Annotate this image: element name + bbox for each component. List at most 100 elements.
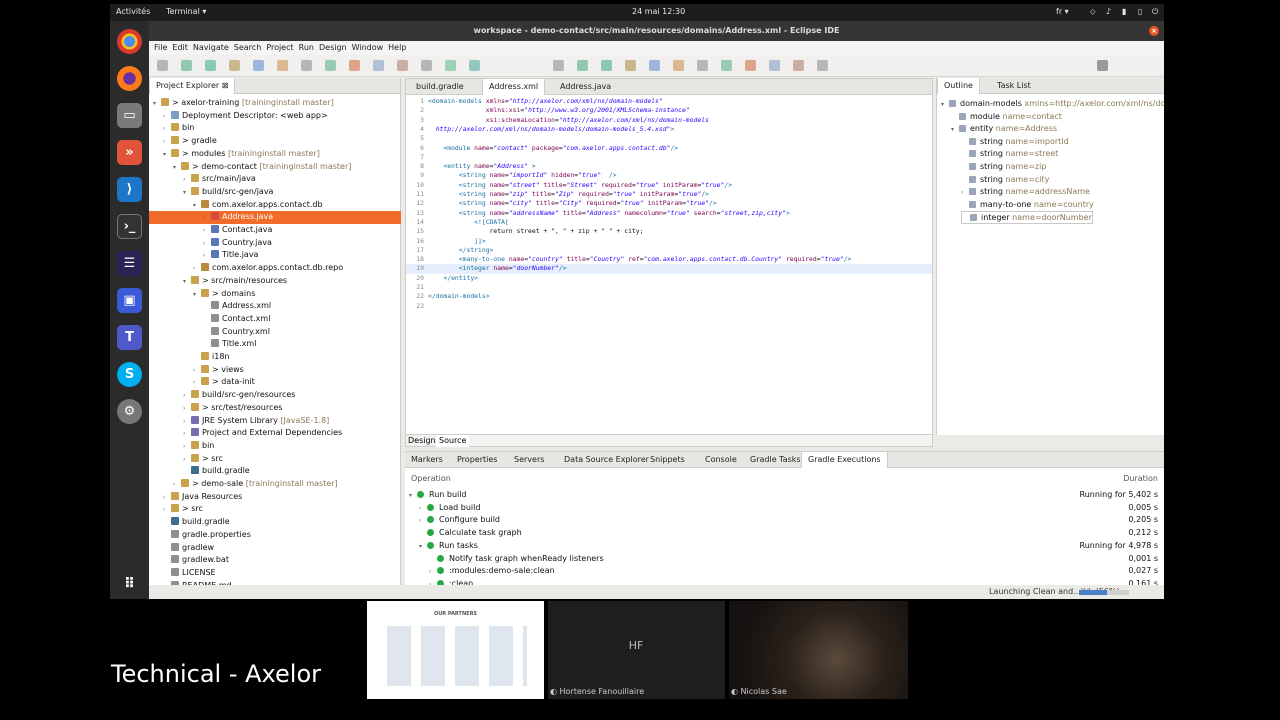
tab-data-source-explorer[interactable]: Data Source Explorer [558,452,655,468]
outline-item[interactable]: › string name=addressName [961,186,1090,199]
menu-file[interactable]: File [154,41,167,55]
code-line[interactable]: 21 [406,283,932,292]
outline-item[interactable]: string name=zip [961,161,1046,174]
outline-item[interactable]: string name=importId [961,136,1069,149]
code-line[interactable]: 15 return street + ", " + zip + " " + ci… [406,227,932,236]
editor-tab-build-gradle[interactable]: build.gradle [410,79,470,95]
search-icon[interactable] [1097,60,1108,71]
toolbar-button-icon[interactable] [349,60,360,71]
tab-project-explorer[interactable]: Project Explorer ⊠ [149,78,236,94]
toolbar-button-icon[interactable] [253,60,264,71]
execution-twisty-icon[interactable]: ▾ [419,541,427,554]
code-line[interactable]: 9 <string name="importId" hidden="true" … [406,171,932,180]
code-line[interactable]: 18 <many-to-one name="country" title="Co… [406,255,932,264]
tab-source[interactable]: Source [436,435,470,447]
tree-item[interactable]: › > src [149,453,401,466]
tree-item[interactable]: › JRE System Library [JavaSE-1.8] [149,415,401,428]
battery-icon[interactable]: ▯ [1138,7,1142,16]
activities-button[interactable]: Activités [116,7,150,16]
tree-item[interactable]: ▾ com.axelor.apps.contact.db [149,199,401,212]
menu-search[interactable]: Search [234,41,261,55]
tree-item[interactable]: › > src/test/resources [149,402,401,415]
vscode-icon[interactable]: ⟩ [117,177,142,202]
tree-item[interactable]: gradlew [149,542,401,555]
menu-design[interactable]: Design [319,41,347,55]
skype-icon[interactable]: S [117,362,142,387]
outline-item[interactable]: module name=contact [951,111,1062,124]
tree-item[interactable]: › src/main/java [149,173,401,186]
tree-item[interactable]: gradle.properties [149,529,401,542]
tree-item[interactable]: ▾ > axelor-training [traininginstall mast… [149,97,401,110]
toolbar-button-icon[interactable] [625,60,636,71]
clock[interactable]: 24 mai 12:30 [632,7,685,16]
tree-item[interactable]: Country.xml [149,326,401,339]
tree-item[interactable]: › Address.java [149,211,401,224]
chrome-icon[interactable] [117,29,142,54]
tree-item[interactable]: › > demo-sale [traininginstall master] [149,478,401,491]
outline-item[interactable]: string name=street [961,148,1058,161]
files-icon[interactable]: ▭ [117,103,142,128]
tree-item[interactable]: › Title.java [149,249,401,262]
tree-item[interactable]: › > src [149,503,401,516]
code-line[interactable]: 12 <string name="city" title="City" requ… [406,199,932,208]
code-line[interactable]: 5 [406,134,932,143]
tab-outline[interactable]: Outline [937,78,980,94]
menu-navigate[interactable]: Navigate [193,41,229,55]
settings-gear-icon[interactable]: ⚙ [117,399,142,424]
tree-item[interactable]: › build/src-gen/resources [149,389,401,402]
menu-window[interactable]: Window [352,41,384,55]
tab-task-list[interactable]: Task List [991,78,1037,94]
outline-item[interactable]: ▾ entity name=Address [951,123,1057,136]
screenshot-icon[interactable]: ▣ [117,288,142,313]
menu-edit[interactable]: Edit [172,41,188,55]
tree-item[interactable]: Address.xml [149,300,401,313]
firefox-icon[interactable] [117,66,142,91]
toolbar-button-icon[interactable] [769,60,780,71]
execution-row[interactable]: Notify task graph whenReady listeners [429,553,604,566]
volume-icon[interactable]: ♪ [1106,7,1111,16]
participant-tile-hf[interactable]: HF ◐ Hortense Fanouillaire [548,601,725,699]
code-line[interactable]: 11 <string name="zip" title="Zip" requir… [406,190,932,199]
outline-twisty-icon[interactable]: ▾ [951,124,959,137]
toolbar-button-icon[interactable] [445,60,456,71]
toolbar-button-icon[interactable] [649,60,660,71]
toolbar-button-icon[interactable] [421,60,432,71]
microphone-icon[interactable]: ▮ [1122,7,1126,16]
code-line[interactable]: 22 </domain-models> [406,292,932,301]
code-line[interactable]: 10 <string name="street" title="Street" … [406,181,932,190]
execution-row[interactable]: ▾ Run tasks [419,540,478,553]
tab-properties[interactable]: Properties [451,452,503,468]
toolbar-button-icon[interactable] [745,60,756,71]
code-line[interactable]: 1 <domain-models xmlns="http://axelor.com… [406,97,932,106]
duration-column-header[interactable]: Duration [1123,474,1158,483]
tree-item[interactable]: › Java Resources [149,491,401,504]
tree-item[interactable]: LICENSE [149,567,401,580]
tree-item[interactable]: Title.xml [149,338,401,351]
eclipse-icon[interactable]: ☰ [117,251,142,276]
terminal-app-menu[interactable]: Terminal ▾ [166,7,206,16]
code-line[interactable]: 4 http://axelor.com/xml/ns/domain-models… [406,125,932,134]
anydesk-icon[interactable]: » [117,140,142,165]
execution-row[interactable]: ›:modules:demo-sale:clean [429,565,555,578]
toolbar-button-icon[interactable] [817,60,828,71]
execution-twisty-icon[interactable]: ▾ [409,490,417,503]
power-icon[interactable]: ⏻ [1152,7,1158,17]
outline-item[interactable]: ▾ domain-models xmlns=http://axelor.com/x… [941,98,1164,111]
tree-item[interactable]: gradlew.bat [149,554,401,567]
outline-item[interactable]: many-to-one name=country [961,199,1094,212]
menu-help[interactable]: Help [388,41,406,55]
operation-column-header[interactable]: Operation [411,474,451,483]
code-line[interactable]: 6 <module name="contact" package="com.ax… [406,144,932,153]
toolbar-button-icon[interactable] [301,60,312,71]
toolbar-button-icon[interactable] [229,60,240,71]
tree-item[interactable]: i18n [149,351,401,364]
toolbar-button-icon[interactable] [157,60,168,71]
show-apps-grid-icon[interactable]: ⠿ [117,571,142,596]
outline-twisty-icon[interactable]: ▾ [941,99,949,112]
code-line[interactable]: 16 ]]> [406,237,932,246]
tree-item[interactable]: ▾ build/src-gen/java [149,186,401,199]
code-line[interactable]: 7 [406,153,932,162]
toolbar-button-icon[interactable] [793,60,804,71]
participant-tile-camera[interactable]: ◐ Nicolas Sae [729,601,908,699]
tree-item[interactable]: build.gradle [149,465,401,478]
